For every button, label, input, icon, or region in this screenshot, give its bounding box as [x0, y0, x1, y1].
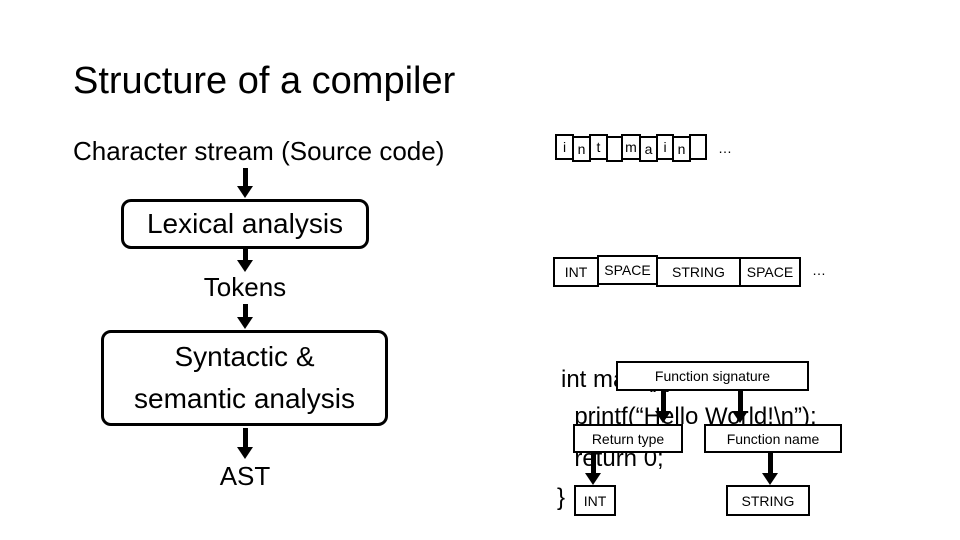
- token-box: SPACE: [739, 257, 801, 287]
- return-type-label: Return type: [591, 430, 665, 447]
- function-name-box: Function name: [704, 424, 842, 453]
- lexical-analysis-label: Lexical analysis: [146, 208, 344, 239]
- char-box: m: [621, 134, 641, 160]
- syntactic-analysis-box: Syntactic & semantic analysis: [101, 330, 388, 426]
- token-box: SPACE: [597, 255, 658, 285]
- source-code-label: Character stream (Source code): [73, 136, 445, 166]
- code-line: }: [557, 484, 566, 511]
- char-box: [689, 134, 707, 160]
- syntactic-analysis-label-line2: semantic analysis: [134, 383, 355, 414]
- function-name-label: Function name: [726, 430, 820, 447]
- token-stream-ellipsis: …: [812, 262, 826, 278]
- function-signature-box: Function signature: [616, 361, 809, 391]
- int-token-label: INT: [583, 492, 607, 509]
- syntactic-analysis-label-line1: Syntactic &: [174, 341, 315, 372]
- int-token-box: INT: [574, 485, 616, 516]
- string-token-label: STRING: [741, 492, 795, 509]
- slide-title: Structure of a compiler: [73, 60, 456, 102]
- tokens-label: Tokens: [203, 272, 287, 302]
- token-box: STRING: [656, 257, 741, 287]
- ast-label: AST: [219, 461, 271, 491]
- return-type-box: Return type: [573, 424, 683, 453]
- lexical-analysis-box: Lexical analysis: [121, 199, 369, 249]
- token-box: INT: [553, 257, 599, 287]
- string-token-box: STRING: [726, 485, 810, 516]
- function-signature-label: Function signature: [654, 368, 771, 384]
- char-stream-ellipsis: …: [718, 140, 732, 156]
